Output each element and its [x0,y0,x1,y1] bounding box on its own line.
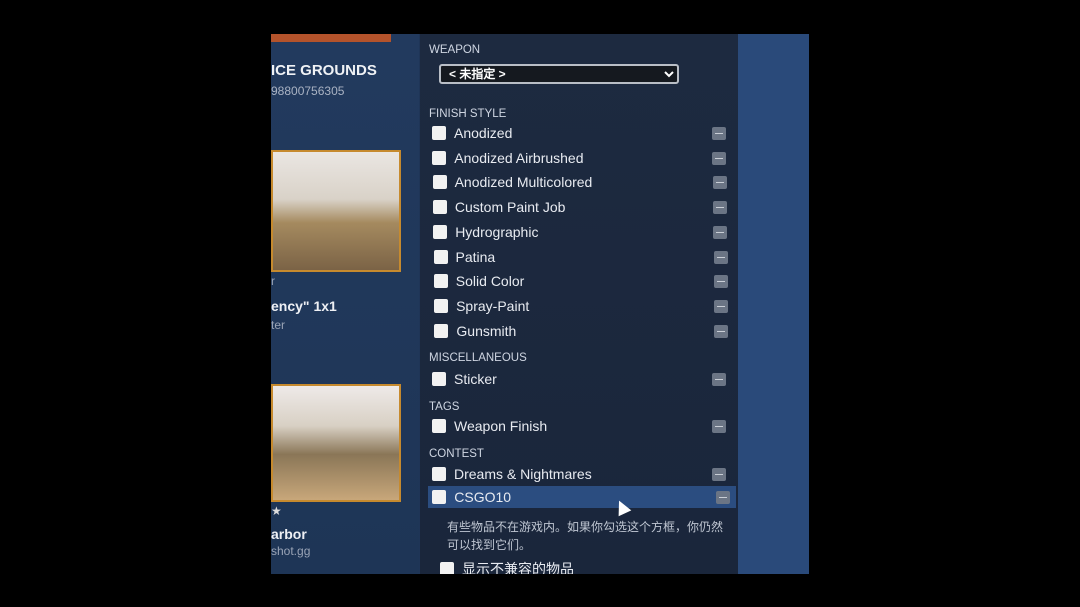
checkbox-label: 显示不兼容的物品 [462,561,574,574]
exclude-toggle-icon[interactable] [712,372,726,386]
exclude-toggle-icon[interactable] [713,250,728,264]
misc-label: MISCELLANEOUS [429,352,527,364]
checkbox[interactable] [432,126,446,140]
checkbox[interactable] [433,274,448,288]
checkbox[interactable] [440,562,454,574]
checkbox[interactable] [433,250,448,264]
checkbox[interactable] [433,225,448,239]
filter-option[interactable]: Hydrographic [433,221,733,243]
item-author: ter [271,318,286,332]
exclude-toggle-icon[interactable] [712,126,726,140]
collection-id: 98800756305 [271,84,345,98]
filter-option[interactable]: Anodized Multicolored [432,171,733,193]
item-thumbnail[interactable] [271,384,401,502]
checkbox[interactable] [432,175,447,189]
exclude-toggle-icon[interactable] [714,299,729,313]
filter-option[interactable]: Anodized [432,122,732,144]
item-title[interactable]: ency" 1x1 [271,298,337,314]
exclude-toggle-icon[interactable] [714,324,729,338]
filter-option[interactable]: Gunsmith [434,320,734,342]
item-title[interactable]: arbor [271,526,307,542]
checkbox[interactable] [432,467,446,481]
filter-option-label: Anodized Multicolored [454,174,593,190]
collection-title: ICE GROUNDS [271,62,377,79]
filter-option[interactable]: CSGO10 [428,486,737,508]
weapon-select[interactable]: < 未指定 > [439,64,679,84]
filter-option-label: Anodized [454,125,513,141]
filter-option-label: Gunsmith [456,323,517,339]
filter-option[interactable]: Patina [433,246,734,268]
filter-option[interactable]: Custom Paint Job [432,196,733,218]
hidden-items-note: 有些物品不在游戏内。如果你勾选这个方框，你仍然可以找到它们。 [447,520,724,552]
filter-option-label: Solid Color [455,273,525,289]
weapon-label: WEAPON [429,44,481,56]
checkbox[interactable] [432,151,447,165]
exclude-toggle-icon[interactable] [712,151,727,165]
checkbox[interactable] [432,372,446,386]
filter-option[interactable]: Solid Color [433,270,734,292]
filter-option[interactable]: Dreams & Nightmares [432,463,732,485]
checkbox[interactable] [432,490,447,504]
workshop-list: ICE GROUNDS 98800756305 r ency" 1x1 ter … [271,34,419,574]
filter-option-label: Anodized Airbrushed [454,150,584,166]
filter-option-label: Custom Paint Job [454,199,566,215]
checkbox[interactable] [432,200,447,214]
filter-option[interactable]: Weapon Finish [432,415,732,437]
filter-option[interactable]: Sticker [432,368,732,390]
screen: ICE GROUNDS 98800756305 r ency" 1x1 ter … [271,34,809,574]
filter-option-label: Sticker [454,371,497,387]
exclude-toggle-icon[interactable] [713,274,728,288]
filter-option-label: Weapon Finish [454,418,548,434]
checkbox[interactable] [434,324,449,338]
exclude-toggle-icon[interactable] [712,419,726,433]
tags-label: TAGS [429,401,460,413]
filter-panel: WEAPON < 未指定 > FINISH STYLE Anodized Anod… [420,34,738,574]
star-icon: ★ [271,504,282,518]
checkbox[interactable] [432,419,446,433]
finish-style-label: FINISH STYLE [429,108,507,120]
filter-option[interactable]: Anodized Airbrushed [432,147,732,169]
exclude-toggle-icon[interactable] [713,225,728,239]
filter-option-label: Dreams & Nightmares [454,466,592,482]
filter-option-label: Spray-Paint [456,298,530,314]
item-thumbnail[interactable] [271,150,401,272]
checkbox[interactable] [434,299,449,313]
show-incompatible-checkbox[interactable]: 显示不兼容的物品 [440,558,740,574]
item-rating: r [271,274,275,288]
filter-option[interactable]: Spray-Paint [434,295,734,317]
filter-option-label: CSGO10 [454,489,512,505]
exclude-toggle-icon[interactable] [716,490,731,504]
accent-bar [271,34,391,42]
background-strip [738,34,809,574]
exclude-toggle-icon[interactable] [712,200,727,214]
filter-option-label: Hydrographic [455,224,539,240]
filter-option-label: Patina [455,249,496,265]
exclude-toggle-icon[interactable] [712,175,727,189]
contest-label: CONTEST [429,448,484,460]
exclude-toggle-icon[interactable] [712,467,726,481]
item-author: shot.gg [271,544,311,558]
